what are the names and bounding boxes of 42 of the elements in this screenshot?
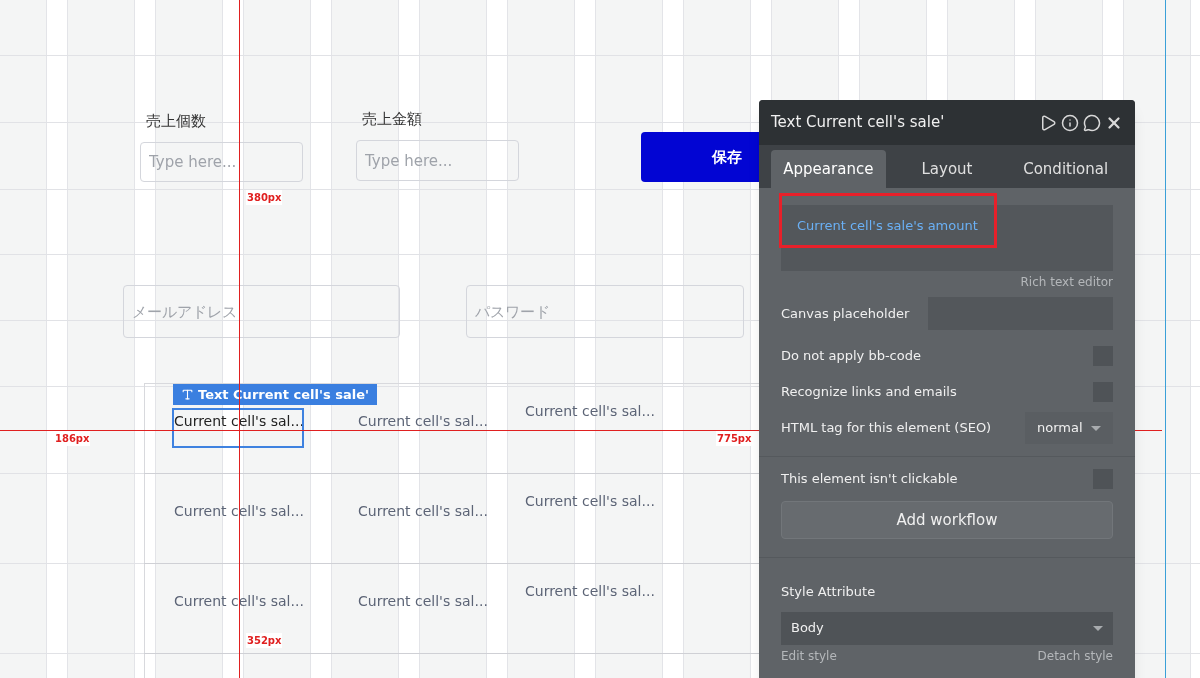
comment-icon[interactable] [1083, 113, 1101, 132]
section-label: Style Attribute [781, 583, 877, 601]
rich-text-editor-link[interactable]: Rich text editor [1020, 273, 1113, 291]
input-field[interactable]: メールアドレス [123, 285, 400, 338]
checkbox-label: This element isn't clickable [781, 470, 958, 489]
caret-icon [1093, 625, 1103, 631]
panel-tab[interactable]: Layout [889, 150, 1005, 188]
guide-label: 380px [246, 190, 283, 205]
cell-text: Current cell's sal... [525, 492, 655, 511]
input-field[interactable]: Type here... [356, 140, 519, 181]
cell-text: Current cell's sal... [525, 402, 655, 421]
dynamic-expression[interactable]: Current cell's sale's amount [797, 218, 978, 233]
guide-label: 352px [246, 633, 283, 648]
selection-frame[interactable] [172, 408, 304, 448]
save-button[interactable]: 保存 [641, 132, 759, 182]
field-label: HTML tag for this element (SEO) [781, 419, 992, 438]
guide-label: 186px [54, 431, 91, 446]
text-icon [181, 388, 194, 401]
cell-text: Current cell's sal... [525, 582, 655, 601]
field-label: Canvas placeholder [781, 304, 910, 323]
cell-text: Current cell's sal... [358, 592, 488, 611]
tag-dropdown[interactable]: normal [1025, 412, 1113, 444]
guide-label: 775px [716, 431, 753, 446]
input-field[interactable]: パスワード [466, 285, 744, 338]
detach-style-link[interactable]: Detach style [1037, 646, 1113, 665]
edit-style-link[interactable]: Edit style [781, 646, 837, 665]
add-workflow-button[interactable]: Add workflow [781, 501, 1113, 539]
expression-field[interactable]: Current cell's sale's amount [781, 205, 1113, 271]
info-icon[interactable] [1061, 113, 1079, 132]
panel-tab[interactable]: Appearance [771, 150, 886, 188]
caret-icon [1091, 425, 1101, 431]
checkbox-label: Recognize links and emails [781, 383, 957, 402]
panel-title: Text Current cell's sale' [771, 112, 946, 134]
style-dropdown[interactable]: Body [781, 611, 1113, 645]
cell-text: Current cell's sal... [358, 502, 488, 521]
field-label: 売上金額 [362, 109, 422, 130]
input-field[interactable]: Type here... [140, 142, 303, 182]
field-label: 売上個数 [146, 111, 206, 132]
cell-text: Current cell's sal... [358, 412, 488, 431]
panel-tab[interactable]: Conditional [1008, 150, 1123, 188]
checkbox-label: Do not apply bb-code [781, 347, 921, 366]
play-icon[interactable] [1039, 113, 1057, 132]
